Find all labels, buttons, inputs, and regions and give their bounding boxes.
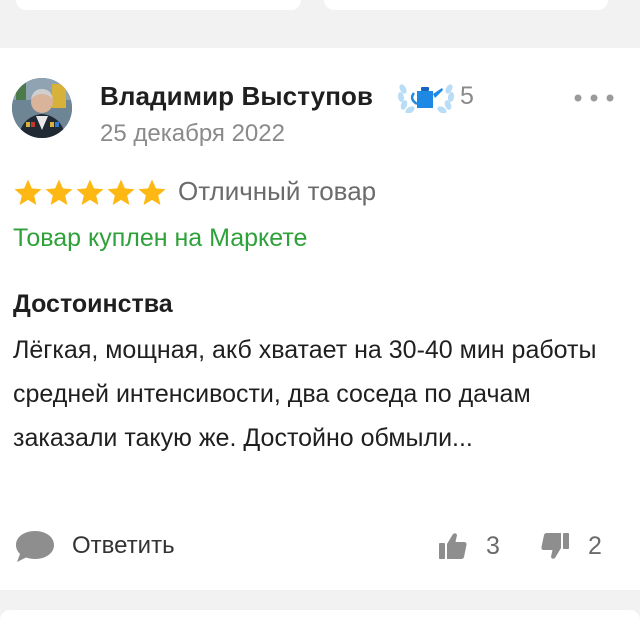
- badge-count: 5: [460, 82, 474, 110]
- rating-stars: [14, 179, 166, 205]
- star-icon: [14, 179, 42, 205]
- star-icon: [45, 179, 73, 205]
- avatar-photo: [12, 78, 72, 138]
- next-review-card[interactable]: [0, 610, 640, 623]
- pros-text[interactable]: Лёгкая, мощная, акб хватает на 30-40 мин…: [13, 328, 603, 460]
- star-icon: [107, 179, 135, 205]
- reply-label: Ответить: [72, 532, 175, 559]
- previous-card-right[interactable]: [324, 0, 608, 10]
- star-icon: [138, 179, 166, 205]
- dislike-button[interactable]: 2: [540, 526, 602, 566]
- more-options-icon[interactable]: [574, 93, 614, 103]
- thumbs-up-icon: [439, 533, 467, 559]
- review-date: 25 декабря 2022: [100, 120, 285, 147]
- previous-card-left[interactable]: [16, 0, 301, 10]
- purchase-note: Товар куплен на Маркете: [13, 224, 308, 252]
- author-name[interactable]: Владимир Выступов: [100, 81, 373, 112]
- laurel-watering-can-badge-icon[interactable]: [397, 79, 455, 113]
- like-count: 3: [486, 531, 500, 560]
- pros-title: Достоинства: [13, 290, 173, 318]
- star-icon: [76, 179, 104, 205]
- avatar[interactable]: [12, 78, 72, 138]
- review-card: Владимир Выступов 5 25 декабря 2022 Отли…: [0, 48, 640, 590]
- like-button[interactable]: 3: [438, 526, 500, 566]
- previous-cards-strip: [0, 0, 640, 30]
- dislike-count: 2: [588, 531, 602, 560]
- thumbs-down-icon: [541, 533, 569, 559]
- reply-button[interactable]: Ответить: [14, 526, 175, 566]
- rating-label: Отличный товар: [178, 176, 377, 206]
- speech-bubble-icon: [16, 531, 54, 562]
